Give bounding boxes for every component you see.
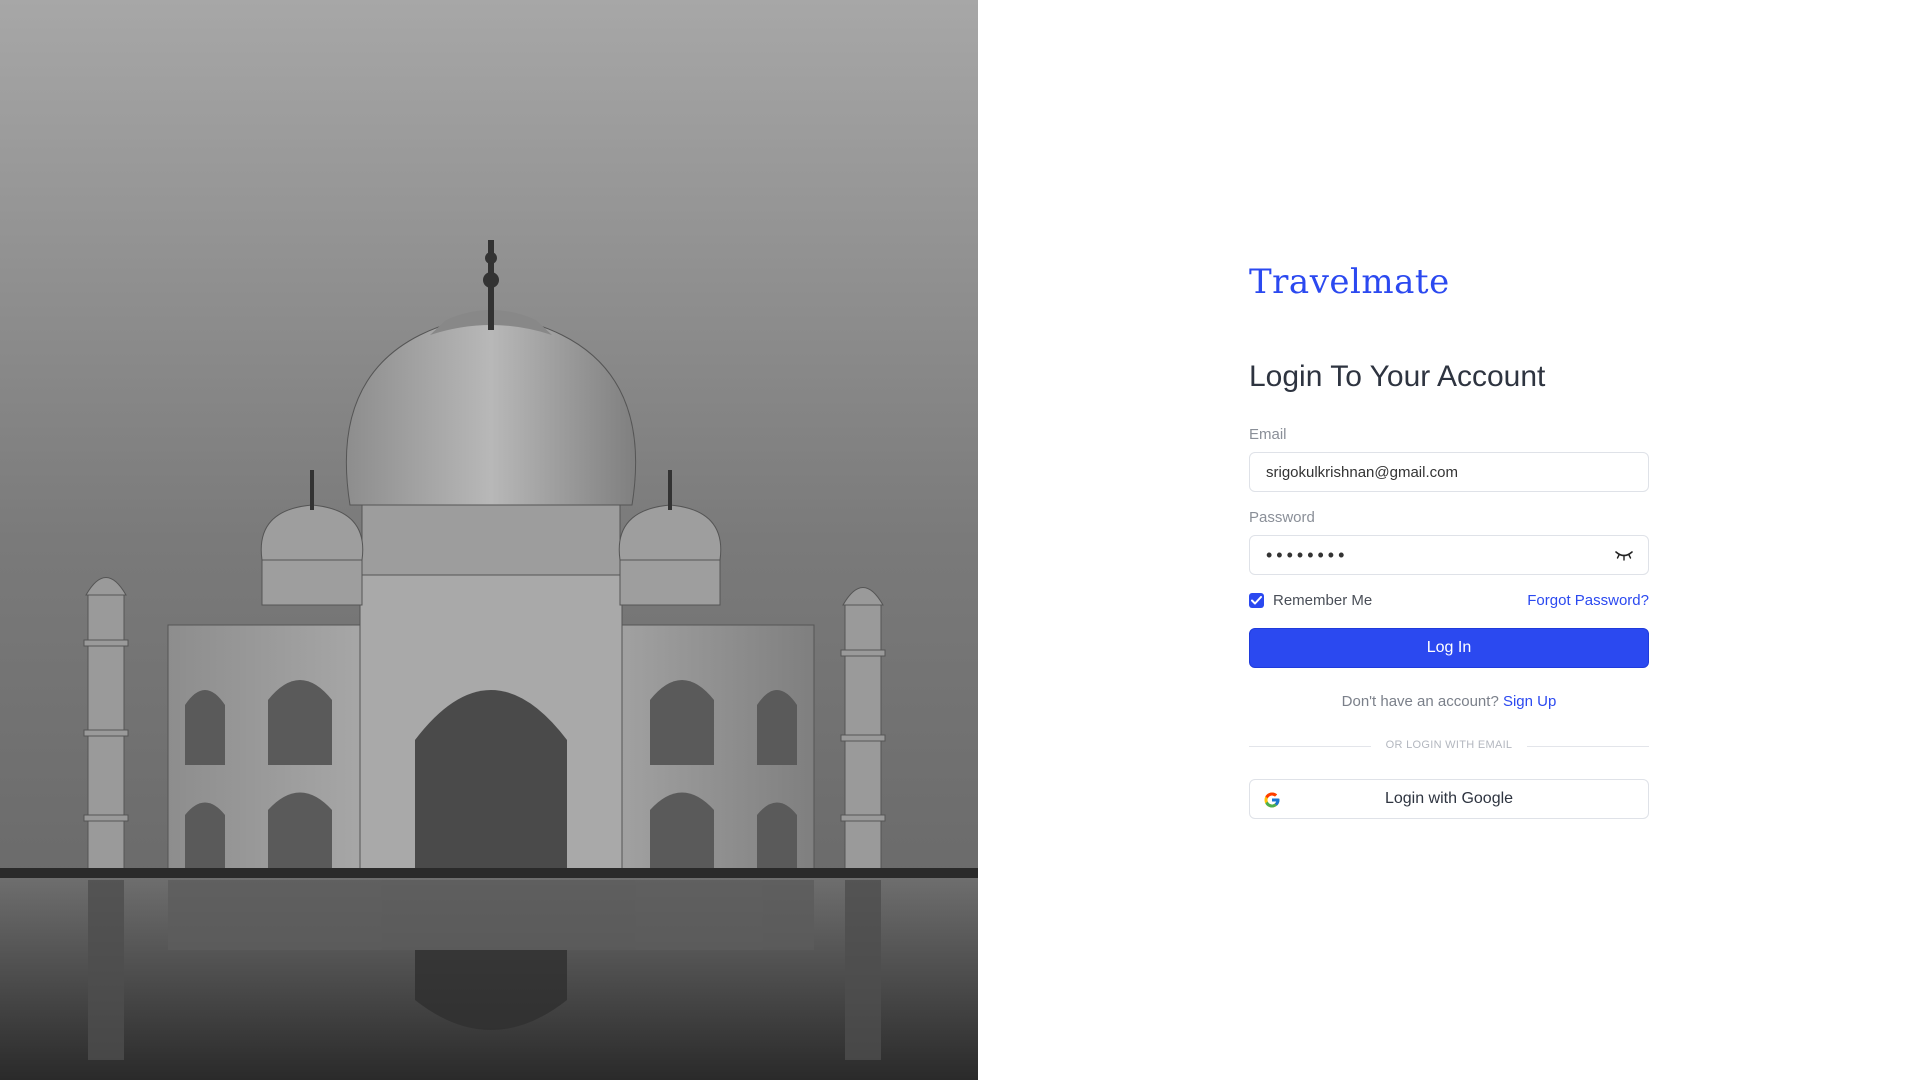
remember-label: Remember Me: [1273, 592, 1373, 609]
google-login-button[interactable]: Login with Google: [1249, 779, 1649, 819]
page-title: Login To Your Account: [1249, 360, 1546, 393]
divider-line-right: [1527, 746, 1649, 747]
divider: OR LOGIN WITH EMAIL: [1249, 738, 1649, 754]
remember-me[interactable]: Remember Me: [1249, 592, 1372, 609]
password-toggle-button[interactable]: [1612, 544, 1636, 566]
signup-row: Don't have an account? Sign Up: [1249, 693, 1649, 710]
forgot-password-link[interactable]: Forgot Password?: [1525, 592, 1649, 609]
eye-closed-icon: [1615, 551, 1633, 561]
google-icon: [1264, 792, 1280, 808]
check-icon: [1251, 596, 1262, 605]
email-label: Email: [1249, 426, 1287, 443]
taj-mahal-illustration: [0, 0, 978, 1080]
google-login-label: Login with Google: [1384, 790, 1514, 807]
email-field[interactable]: [1249, 452, 1649, 492]
password-label: Password: [1249, 509, 1315, 526]
no-account-text: Don't have an account?: [1341, 693, 1499, 710]
password-field[interactable]: [1249, 535, 1649, 575]
divider-text: OR LOGIN WITH EMAIL: [1385, 739, 1513, 751]
remember-checkbox[interactable]: [1249, 593, 1264, 608]
hero-image: [0, 0, 978, 1080]
login-button[interactable]: Log In: [1249, 628, 1649, 668]
brand-logo: Travelmate: [1249, 262, 1450, 302]
signup-link[interactable]: Sign Up: [1503, 693, 1556, 710]
